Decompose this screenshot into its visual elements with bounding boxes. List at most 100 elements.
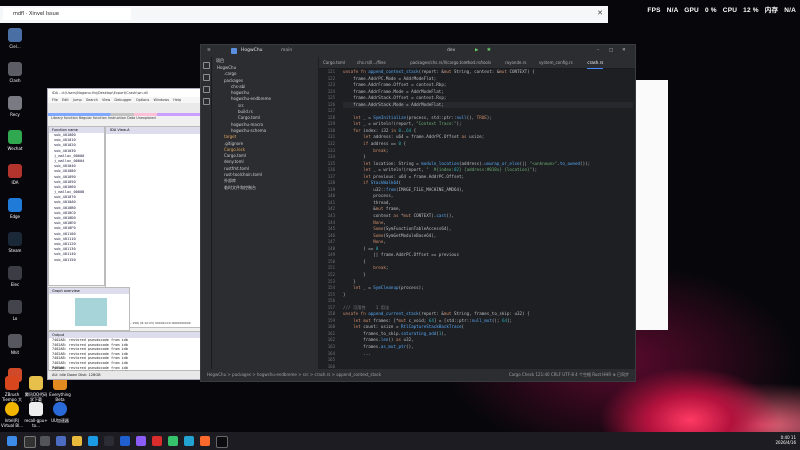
editor-tab[interactable]: mod.rs/tools: [466, 57, 491, 68]
desktop-icon-label: Everything Beta: [49, 392, 71, 402]
desktop-icon[interactable]: Lo: [0, 300, 30, 321]
ida-toolbar[interactable]: [48, 103, 204, 113]
project-panel-title: 项目: [216, 58, 224, 63]
desktop-icon[interactable]: Recy: [0, 96, 30, 117]
run-config[interactable]: dev: [447, 45, 455, 57]
taskbar-app-icon[interactable]: [184, 436, 194, 446]
breadcrumb[interactable]: HogwChu > packages > hogwchu-endbreme > …: [207, 369, 381, 381]
ida-window[interactable]: IDA - d:\Users\Nagano-Hq\Desktop\Export\…: [47, 88, 208, 380]
desktop-icon-label: IDA: [11, 180, 19, 185]
desktop-icon[interactable]: 腾讯QQ代码 学下载: [24, 376, 48, 402]
graph-overview-viewport[interactable]: [75, 298, 107, 326]
task-view-icon[interactable]: [40, 436, 50, 446]
project-panel[interactable]: 项目 HogwChu .cargo packages chs-abi hogwchu ho…: [212, 57, 318, 369]
ram-value: N/A: [784, 7, 796, 14]
desktop-icon[interactable]: Clash: [0, 62, 30, 83]
functions-list[interactable]: sub_401000 sub_401010 sub_401020 sub_401030…: [49, 133, 104, 263]
desktop-icon[interactable]: Edge: [0, 198, 30, 219]
taskbar-app-icon[interactable]: [136, 436, 146, 446]
python-label[interactable]: Python: [52, 366, 64, 370]
desktop-icon[interactable]: recall-gpu+ to...: [24, 402, 48, 428]
code-area[interactable]: unsafe fn append_context_stack(report: &…: [343, 69, 633, 369]
taskbar-app-icon[interactable]: [120, 436, 130, 446]
recycle-bin-icon: [8, 96, 22, 110]
commit-tool-icon[interactable]: [202, 74, 210, 81]
editor-tabs[interactable]: Cargo.toml chs.rs/ll.../files packages/chs…: [319, 57, 635, 69]
app-icon: [8, 62, 22, 76]
browser-tab[interactable]: mdfl · Xinvel Issue: [3, 8, 131, 20]
ida-status-bar: AU: idle Down Disk: 128GB: [48, 371, 208, 379]
desktop-icon[interactable]: Ciel...: [0, 28, 30, 49]
fps-label: FPS: [647, 7, 661, 14]
wechat-taskbar-icon[interactable]: [168, 436, 178, 446]
browser-window[interactable]: mdfl · Xinvel Issue ✕: [0, 6, 608, 23]
debug-icon[interactable]: ✱: [487, 45, 491, 57]
search-icon[interactable]: [24, 436, 36, 448]
output-pane[interactable]: Output 7402AB: restored pseudocode from …: [48, 331, 204, 374]
project-tree[interactable]: HogwChu .cargo packages chs-abi hogwchu hogwc…: [212, 65, 318, 191]
desktop-icon-label: Lo: [12, 316, 18, 321]
file-explorer-icon[interactable]: [72, 436, 82, 446]
taskbar-app-icon[interactable]: [56, 436, 66, 446]
ida-menu[interactable]: File Edit Jump Search View Debugger Opti…: [48, 97, 204, 103]
desktop-icon-label: Edge: [9, 214, 21, 219]
graph-overview-title: Graph overview: [49, 288, 129, 294]
system-tray[interactable]: 0:40 11 2026/4/16: [775, 435, 796, 445]
desktop-icon[interactable]: UU加速器: [48, 402, 72, 423]
desktop-icon[interactable]: Wechat: [0, 130, 30, 151]
desktop-icon-label: Wechat: [7, 146, 23, 151]
editor-tab[interactable]: rayonde.rs: [505, 57, 526, 68]
desktop-icon-label: Steam: [8, 248, 22, 253]
ida-view-tab[interactable]: IDA View-A: [106, 127, 203, 134]
editor-tab[interactable]: packages/chs.rs/ll/cargo.toml: [410, 57, 469, 68]
graph-overview[interactable]: Graph overview: [48, 287, 130, 331]
desktop-icon-label: Elec: [10, 282, 20, 287]
editor-tab[interactable]: chs.rs/ll.../files: [357, 57, 386, 68]
fps-value: N/A: [666, 7, 679, 14]
start-icon[interactable]: [7, 436, 17, 446]
desktop-icon[interactable]: Nhit: [0, 334, 30, 355]
edge-icon: [8, 198, 22, 212]
branch-name[interactable]: main: [281, 45, 292, 57]
function-row[interactable]: sub_401150: [49, 258, 104, 263]
maximize-icon[interactable]: □: [609, 45, 613, 57]
more-tool-icon[interactable]: [202, 98, 210, 105]
code-editor[interactable]: 121 122 123 124 125 126 127 128 129 130 131 132 133 1…: [319, 69, 635, 369]
desktop-icon[interactable]: Steam: [0, 232, 30, 253]
taskbar[interactable]: 0:40 11 2026/4/16: [0, 432, 800, 450]
taskbar-app-icon[interactable]: [216, 436, 228, 448]
menu-icon[interactable]: ≡: [207, 45, 211, 57]
tool-window-bar[interactable]: [201, 57, 212, 369]
clock-date: 2026/4/16: [775, 440, 796, 445]
minimize-icon[interactable]: –: [597, 45, 599, 57]
desktop-icon-label: Recy: [10, 112, 20, 117]
edge-taskbar-icon[interactable]: [88, 436, 98, 446]
desktop-icon[interactable]: IDA: [0, 164, 30, 185]
project-icon: [231, 48, 237, 54]
project-tool-icon[interactable]: [202, 62, 210, 69]
desktop-icon[interactable]: Intel(R) Virtual Bl...: [0, 402, 24, 428]
terminal-icon[interactable]: [104, 436, 114, 446]
background-window[interactable]: [632, 80, 668, 330]
tree-item[interactable]: 临时文件和控制台: [212, 185, 318, 191]
ide-titlebar[interactable]: ≡ HogwChu main dev ▶ ✱ – □ ✕: [201, 45, 635, 57]
desktop-icon-label: recall-gpu+ to...: [24, 418, 48, 428]
structure-tool-icon[interactable]: [202, 86, 210, 93]
run-icon[interactable]: ▶: [475, 45, 478, 57]
desktop-icon[interactable]: Elec: [0, 266, 30, 287]
close-icon[interactable]: ✕: [622, 45, 626, 57]
app-icon: [8, 28, 22, 42]
status-right[interactable]: Cargo Check 121:40 CRLF UTF-8 4 个空格 Rust…: [509, 369, 629, 381]
functions-pane[interactable]: Function name sub_401000 sub_401010 sub_40…: [48, 126, 105, 286]
ida-taskbar-icon[interactable]: [152, 436, 162, 446]
rustrover-icon[interactable]: [200, 436, 210, 446]
browser-close-icon[interactable]: ✕: [597, 9, 603, 17]
browser-tab-label: mdfl · Xinvel Issue: [13, 11, 59, 17]
desktop-icon-label: UU加速器: [51, 418, 69, 423]
editor-tab[interactable]: crash.rs: [587, 57, 604, 69]
editor-tab[interactable]: system_config.rs: [539, 57, 573, 68]
editor-tab[interactable]: Cargo.toml: [323, 57, 345, 68]
ide-window[interactable]: ≡ HogwChu main dev ▶ ✱ – □ ✕ 项目 HogwChu.…: [200, 44, 636, 382]
app-icon: [8, 300, 22, 314]
project-name[interactable]: HogwChu: [241, 45, 263, 57]
